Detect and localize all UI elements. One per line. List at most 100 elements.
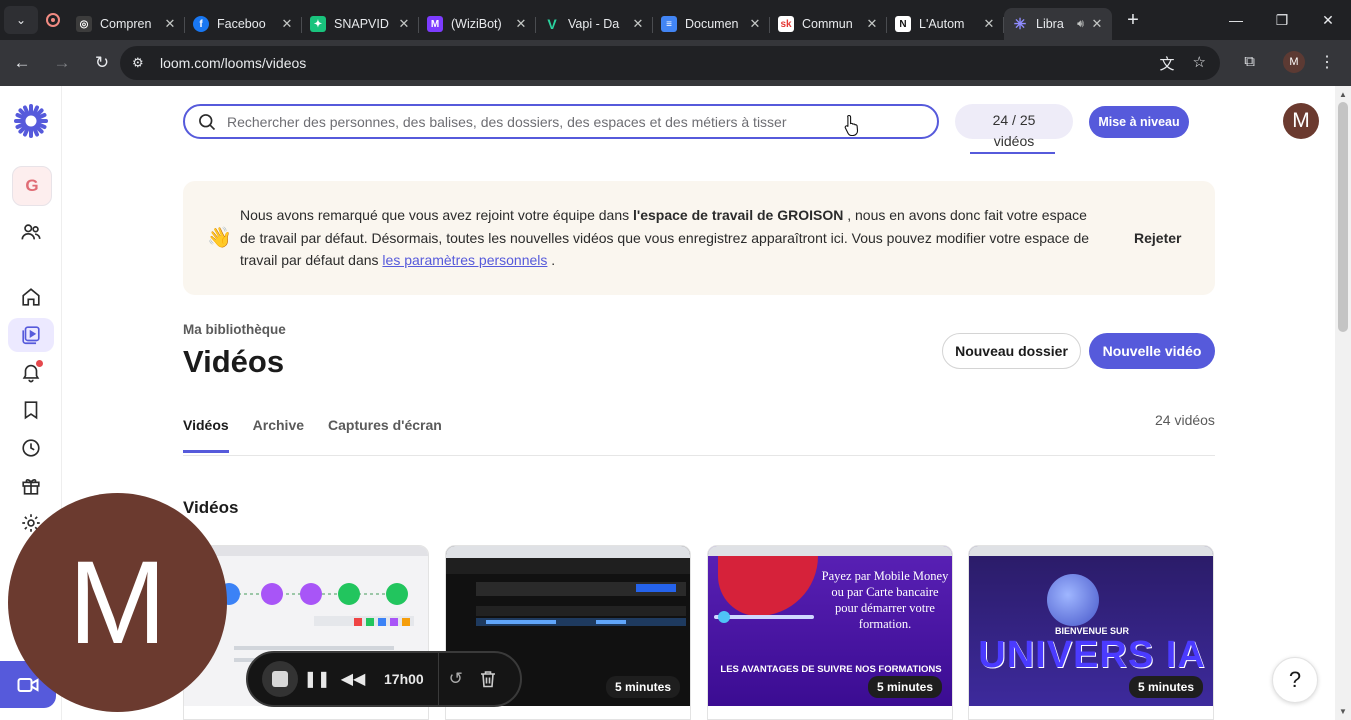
dismiss-button[interactable]: Rejeter xyxy=(1134,230,1181,246)
recording-controls: ❚❚ ◀◀ 17h00 ↺ xyxy=(246,651,522,707)
rewind-icon[interactable]: ◀◀ xyxy=(336,659,370,699)
tab-videos[interactable]: Vidéos xyxy=(183,417,229,453)
browser-tab-3[interactable]: ✦ SNAPVID ✕ xyxy=(302,8,419,40)
close-icon[interactable]: ✕ xyxy=(514,16,528,32)
translate-icon[interactable]: 文 xyxy=(1160,53,1175,74)
back-arrow-icon[interactable]: ← xyxy=(4,53,40,73)
bell-icon[interactable] xyxy=(19,360,43,384)
notion-favicon-icon: N xyxy=(895,16,911,32)
speaker-icon[interactable]: 🔊︎ xyxy=(1077,18,1084,31)
stop-recording-button[interactable] xyxy=(262,661,298,697)
close-icon[interactable]: ✕ xyxy=(163,16,177,32)
facebook-favicon-icon: f xyxy=(193,16,209,32)
waving-hand-icon: 👋 xyxy=(207,227,232,249)
scroll-down-arrow-icon[interactable]: ▼ xyxy=(1339,707,1347,716)
hand-cursor-icon xyxy=(844,114,859,136)
minimize-icon[interactable]: — xyxy=(1213,0,1259,40)
banner-workspace-name: l'espace de travail de GROISON xyxy=(633,207,844,223)
banner-message: Nous avons remarqué que vous avez rejoin… xyxy=(240,204,1100,272)
close-icon[interactable]: ✕ xyxy=(397,16,411,32)
bookmark-icon[interactable] xyxy=(19,398,43,422)
video-thumbnail[interactable]: Payez par Mobile Money ou par Carte banc… xyxy=(708,546,952,706)
trash-icon[interactable] xyxy=(473,659,503,699)
upgrade-button[interactable]: Mise à niveau xyxy=(1089,106,1189,138)
loom-favicon-icon: ✳ xyxy=(1013,16,1027,33)
new-folder-button[interactable]: Nouveau dossier xyxy=(942,333,1081,369)
gift-icon[interactable] xyxy=(19,474,43,498)
recording-indicator-icon xyxy=(38,13,68,27)
tab-title: L'Autom xyxy=(919,17,965,31)
user-avatar[interactable]: M xyxy=(1283,103,1319,139)
loom-logo-icon[interactable] xyxy=(14,104,48,138)
reload-icon[interactable]: ↻ xyxy=(84,53,120,73)
close-icon[interactable]: ✕ xyxy=(865,16,879,32)
banner-text: Nous avons remarqué que vous avez rejoin… xyxy=(240,207,634,223)
browser-tab-1[interactable]: ◎ Compren ✕ xyxy=(68,8,185,40)
search-bar[interactable] xyxy=(183,104,939,139)
scroll-up-arrow-icon[interactable]: ▲ xyxy=(1339,90,1347,99)
tab-title: Libra xyxy=(1036,17,1064,31)
slider-graphic-icon xyxy=(714,611,814,623)
make-favicon-icon: M xyxy=(427,16,443,32)
video-card-4[interactable]: BIENVENUE SUR UNIVERS IA 5 minutes xyxy=(968,545,1214,720)
breadcrumb[interactable]: Ma bibliothèque xyxy=(183,322,286,337)
browser-tab-2[interactable]: f Faceboo ✕ xyxy=(185,8,302,40)
tab-archive[interactable]: Archive xyxy=(253,417,304,453)
browser-tab-7[interactable]: sk Commun ✕ xyxy=(770,8,887,40)
close-icon[interactable]: ✕ xyxy=(280,16,294,32)
library-icon[interactable] xyxy=(8,318,54,352)
extensions-puzzle-icon[interactable]: ⧉ xyxy=(1244,53,1255,70)
google-docs-favicon-icon: ≡ xyxy=(661,16,677,32)
new-tab-button[interactable]: + xyxy=(1116,9,1150,32)
browser-profile-avatar[interactable]: M xyxy=(1283,51,1305,73)
pause-icon[interactable]: ❚❚ xyxy=(298,659,336,699)
page-scrollbar[interactable]: ▲ ▼ xyxy=(1335,86,1351,720)
workspace-switcher[interactable]: G xyxy=(12,166,52,206)
restart-icon[interactable]: ↺ xyxy=(439,659,473,699)
home-icon[interactable] xyxy=(19,285,43,309)
browser-menu-icon[interactable]: ⋮ xyxy=(1319,52,1335,72)
browser-tab-5[interactable]: V Vapi - Da ✕ xyxy=(536,8,653,40)
url-text: loom.com/looms/videos xyxy=(160,55,307,71)
section-title: Vidéos xyxy=(183,498,239,517)
restore-icon[interactable]: ❐ xyxy=(1259,0,1305,40)
tab-search-button[interactable]: ⌄ xyxy=(4,6,38,34)
video-duration: 5 minutes xyxy=(867,676,942,698)
search-input[interactable] xyxy=(227,113,907,130)
site-settings-icon[interactable]: ⚙︎ xyxy=(132,55,156,71)
bookmark-star-icon[interactable]: ☆ xyxy=(1193,53,1206,74)
camera-bubble[interactable]: M xyxy=(8,493,227,712)
video-quota-badge[interactable]: 24 / 25 vidéos xyxy=(955,104,1073,149)
close-icon[interactable]: ✕ xyxy=(982,16,996,32)
close-icon[interactable]: ✕ xyxy=(1090,16,1104,32)
scrollbar-thumb[interactable] xyxy=(1338,102,1348,332)
search-icon xyxy=(199,113,216,130)
close-icon[interactable]: ✕ xyxy=(631,16,645,32)
stop-icon xyxy=(272,671,288,687)
tab-screenshots[interactable]: Captures d'écran xyxy=(328,417,442,453)
browser-tab-4[interactable]: M (WiziBot) ✕ xyxy=(419,8,536,40)
address-bar[interactable]: ⚙︎ loom.com/looms/videos 文 ☆ xyxy=(120,46,1220,80)
browser-tab-8[interactable]: N L'Autom ✕ xyxy=(887,8,1004,40)
help-button[interactable]: ? xyxy=(1272,657,1318,703)
close-window-icon[interactable]: ✕ xyxy=(1305,0,1351,40)
browser-toolbar: ← → ↻ ⚙︎ loom.com/looms/videos 文 ☆ ⧉ M ⋮ xyxy=(0,40,1351,86)
tab-title: (WiziBot) xyxy=(451,17,502,31)
browser-tab-6[interactable]: ≡ Documen ✕ xyxy=(653,8,770,40)
video-card-3[interactable]: Payez par Mobile Money ou par Carte banc… xyxy=(707,545,953,720)
quota-count: 24 / 25 xyxy=(992,112,1036,128)
quota-unit: vidéos xyxy=(993,133,1035,149)
thumbnail-caption: Payez par Mobile Money ou par Carte banc… xyxy=(821,569,949,631)
close-icon[interactable]: ✕ xyxy=(748,16,762,32)
tabs-divider xyxy=(183,455,1215,456)
new-video-button[interactable]: Nouvelle vidéo xyxy=(1089,333,1215,369)
personal-settings-link[interactable]: les paramètres personnels xyxy=(382,252,547,268)
browser-tab-active[interactable]: ✳ Libra 🔊︎ ✕ xyxy=(1004,8,1112,40)
thumbnail-title: UNIVERS IA xyxy=(978,634,1206,676)
people-icon[interactable] xyxy=(19,220,43,244)
banner-text: . xyxy=(547,252,556,268)
video-thumbnail[interactable]: BIENVENUE SUR UNIVERS IA 5 minutes xyxy=(969,546,1213,706)
tab-title: Compren xyxy=(100,17,152,31)
forward-arrow-icon[interactable]: → xyxy=(44,53,80,73)
clock-icon[interactable] xyxy=(19,436,43,460)
